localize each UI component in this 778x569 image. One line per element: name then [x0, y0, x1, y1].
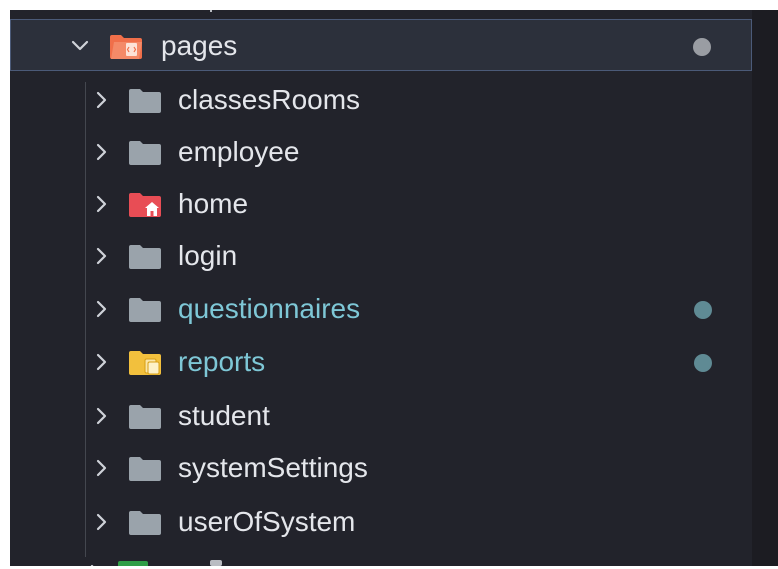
tree-item-employee[interactable]: employee: [10, 126, 752, 178]
chevron-right-icon[interactable]: [90, 89, 112, 111]
tree-item-label: login: [178, 240, 238, 271]
partial-row-below: [210, 560, 222, 566]
chevron-right-icon[interactable]: [90, 457, 112, 479]
tree-item-pages[interactable]: pages: [10, 19, 752, 71]
tree-item-userofsystem[interactable]: userOfSystem: [10, 496, 752, 548]
folder-icon: [129, 298, 161, 322]
tree-item-label: classesRooms: [178, 84, 361, 115]
status-dot: [693, 38, 711, 56]
tree-item-home[interactable]: home: [10, 178, 752, 230]
chevron-right-icon[interactable]: [90, 245, 112, 267]
partial-row-above: [210, 10, 222, 12]
tree-item-label: pages: [161, 30, 238, 61]
folder-icon: [129, 405, 161, 429]
tree-item-login[interactable]: login: [10, 230, 752, 282]
tree-item-systemsettings[interactable]: systemSettings: [10, 442, 752, 494]
tree-item-questionnaires[interactable]: questionnaires: [10, 283, 752, 335]
chevron-right-icon[interactable]: [90, 511, 112, 533]
tree-item-label: systemSettings: [178, 452, 368, 483]
tree-item-label: employee: [178, 136, 300, 167]
editor-pane-edge: [752, 10, 778, 566]
chevron-right-icon[interactable]: [84, 564, 106, 566]
tree-item-reports[interactable]: reports: [10, 336, 752, 388]
modified-dot: [694, 301, 712, 319]
folder-icon: [118, 561, 148, 566]
folder-icon: [129, 89, 161, 113]
folder-icon: [129, 245, 161, 269]
chevron-right-icon[interactable]: [90, 193, 112, 215]
folder-icon: [129, 457, 161, 481]
tree-item-student[interactable]: student: [10, 390, 752, 442]
folder-home-icon: [129, 193, 161, 217]
file-explorer-tree: pages classesRooms employee home login q…: [10, 10, 752, 566]
folder-open-pages-icon: [110, 35, 142, 59]
tree-item-label: userOfSystem: [178, 506, 356, 537]
chevron-right-icon[interactable]: [90, 405, 112, 427]
chevron-right-icon[interactable]: [90, 298, 112, 320]
folder-icon: [129, 141, 161, 165]
modified-dot: [694, 354, 712, 372]
tree-item-label: questionnaires: [178, 293, 361, 324]
tree-item-label: reports: [178, 346, 266, 377]
folder-reports-icon: [129, 351, 161, 375]
chevron-right-icon[interactable]: [90, 141, 112, 163]
chevron-down-icon[interactable]: [69, 35, 91, 57]
chevron-right-icon[interactable]: [90, 351, 112, 373]
tree-item-classesrooms[interactable]: classesRooms: [10, 74, 752, 126]
folder-icon: [129, 511, 161, 535]
tree-item-label: home: [178, 188, 249, 219]
tree-item-label: student: [178, 400, 270, 431]
